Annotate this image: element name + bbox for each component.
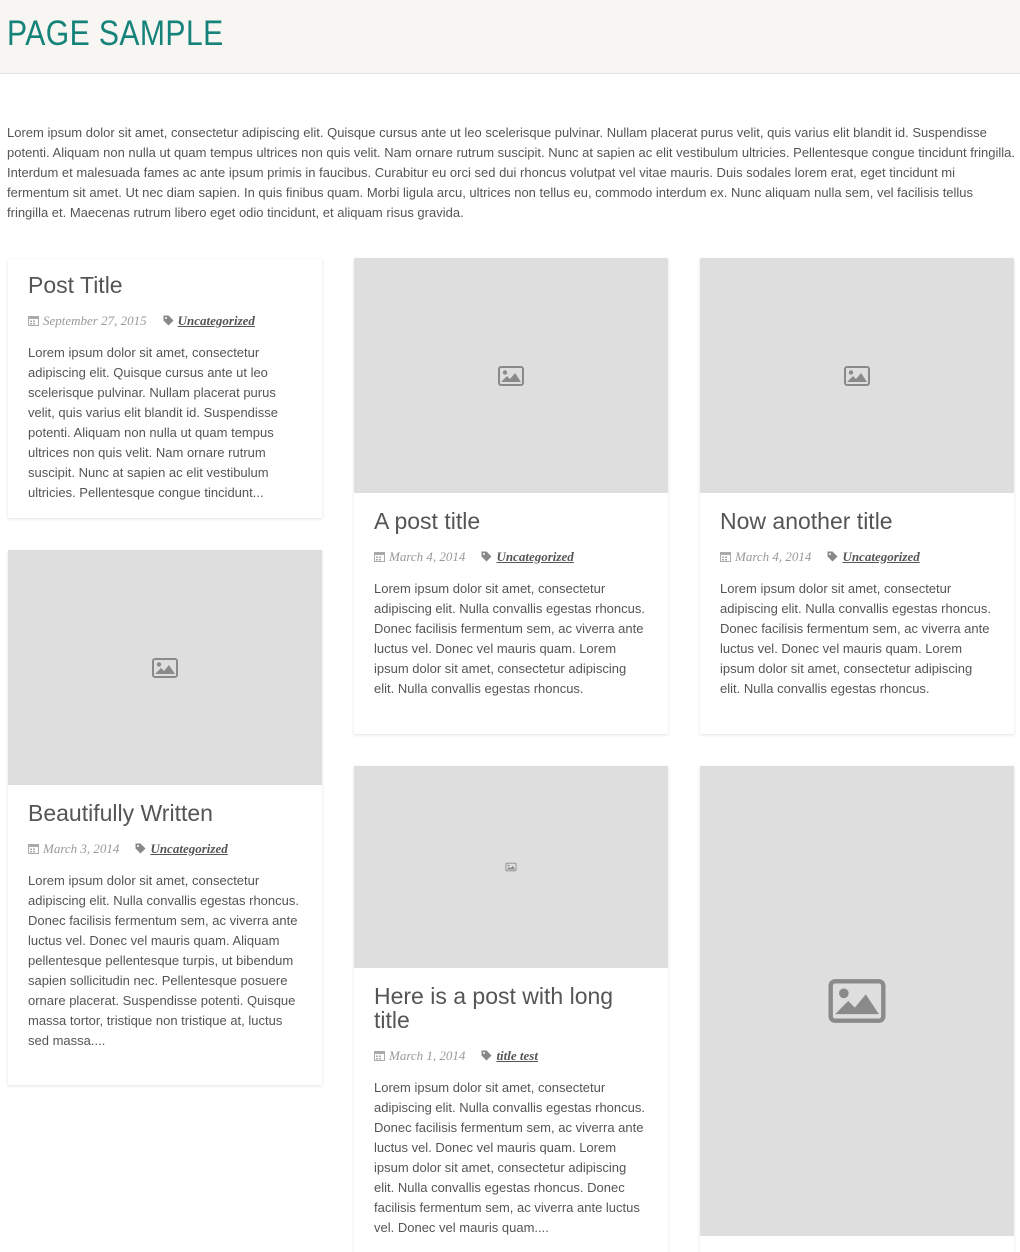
post-title[interactable]: Post Title — [28, 273, 302, 297]
post-thumbnail[interactable] — [8, 550, 322, 785]
post-card[interactable]: Now another title March 4, 2014 Uncategor… — [700, 258, 1014, 734]
post-date: March 3, 2014 — [43, 841, 120, 856]
image-placeholder-icon — [828, 979, 886, 1023]
image-placeholder-icon — [844, 365, 870, 386]
post-card[interactable]: A post title March 4, 2014 Uncategorized … — [354, 258, 668, 734]
image-placeholder-icon — [498, 365, 524, 386]
post-excerpt: Lorem ipsum dolor sit amet, consectetur … — [374, 581, 645, 696]
tag-icon — [827, 550, 838, 566]
image-placeholder-icon — [152, 657, 178, 678]
calendar-icon — [374, 1049, 385, 1065]
post-category-link[interactable]: Uncategorized — [178, 313, 255, 328]
post-title[interactable]: Now another title — [720, 509, 994, 533]
calendar-icon — [28, 314, 39, 330]
post-category-link[interactable]: Uncategorized — [496, 549, 573, 564]
post-card[interactable] — [700, 766, 1014, 1252]
post-meta: March 4, 2014 Uncategorized — [374, 549, 648, 565]
calendar-icon — [28, 842, 39, 858]
post-meta: September 27, 2015 Uncategorized — [28, 313, 302, 329]
tag-icon — [481, 550, 492, 566]
post-title[interactable]: A post title — [374, 509, 648, 533]
image-placeholder-icon — [505, 862, 517, 872]
post-date: March 1, 2014 — [389, 1048, 466, 1063]
post-card[interactable]: Beautifully Written March 3, 2014 Uncateg… — [8, 550, 322, 1085]
post-category-link[interactable]: Uncategorized — [842, 549, 919, 564]
post-thumbnail[interactable] — [700, 766, 1014, 1236]
post-excerpt: Lorem ipsum dolor sit amet, consectetur … — [28, 873, 299, 1048]
post-thumbnail[interactable] — [700, 258, 1014, 493]
page-title: PAGE SAMPLE — [7, 14, 224, 53]
intro-text: Lorem ipsum dolor sit amet, consectetur … — [7, 125, 1016, 220]
post-card[interactable]: Here is a post with long title March 1, … — [354, 766, 668, 1252]
calendar-icon — [374, 550, 385, 566]
post-thumbnail[interactable] — [354, 258, 668, 493]
post-title[interactable]: Beautifully Written — [28, 801, 302, 825]
post-title[interactable]: Here is a post with long title — [374, 984, 644, 1032]
calendar-icon — [720, 550, 731, 566]
site-header: PAGE SAMPLE — [0, 0, 1020, 74]
tag-icon — [481, 1049, 492, 1065]
post-category-link[interactable]: Uncategorized — [150, 841, 227, 856]
tag-icon — [135, 842, 146, 858]
post-meta: March 1, 2014 title test — [374, 1048, 648, 1064]
post-date: March 4, 2014 — [389, 549, 466, 564]
post-meta: March 3, 2014 Uncategorized — [28, 841, 302, 857]
post-category-link[interactable]: title test — [496, 1048, 538, 1063]
post-card[interactable]: Post Title September 27, 2015 Uncategoriz… — [8, 259, 322, 518]
post-thumbnail[interactable] — [354, 766, 668, 968]
post-excerpt: Lorem ipsum dolor sit amet, consectetur … — [720, 581, 991, 696]
post-excerpt: Lorem ipsum dolor sit amet, consectetur … — [28, 345, 279, 500]
post-excerpt: Lorem ipsum dolor sit amet, consectetur … — [374, 1080, 645, 1235]
tag-icon — [163, 314, 174, 330]
post-date: September 27, 2015 — [43, 313, 147, 328]
post-date: March 4, 2014 — [735, 549, 812, 564]
post-meta: March 4, 2014 Uncategorized — [720, 549, 994, 565]
